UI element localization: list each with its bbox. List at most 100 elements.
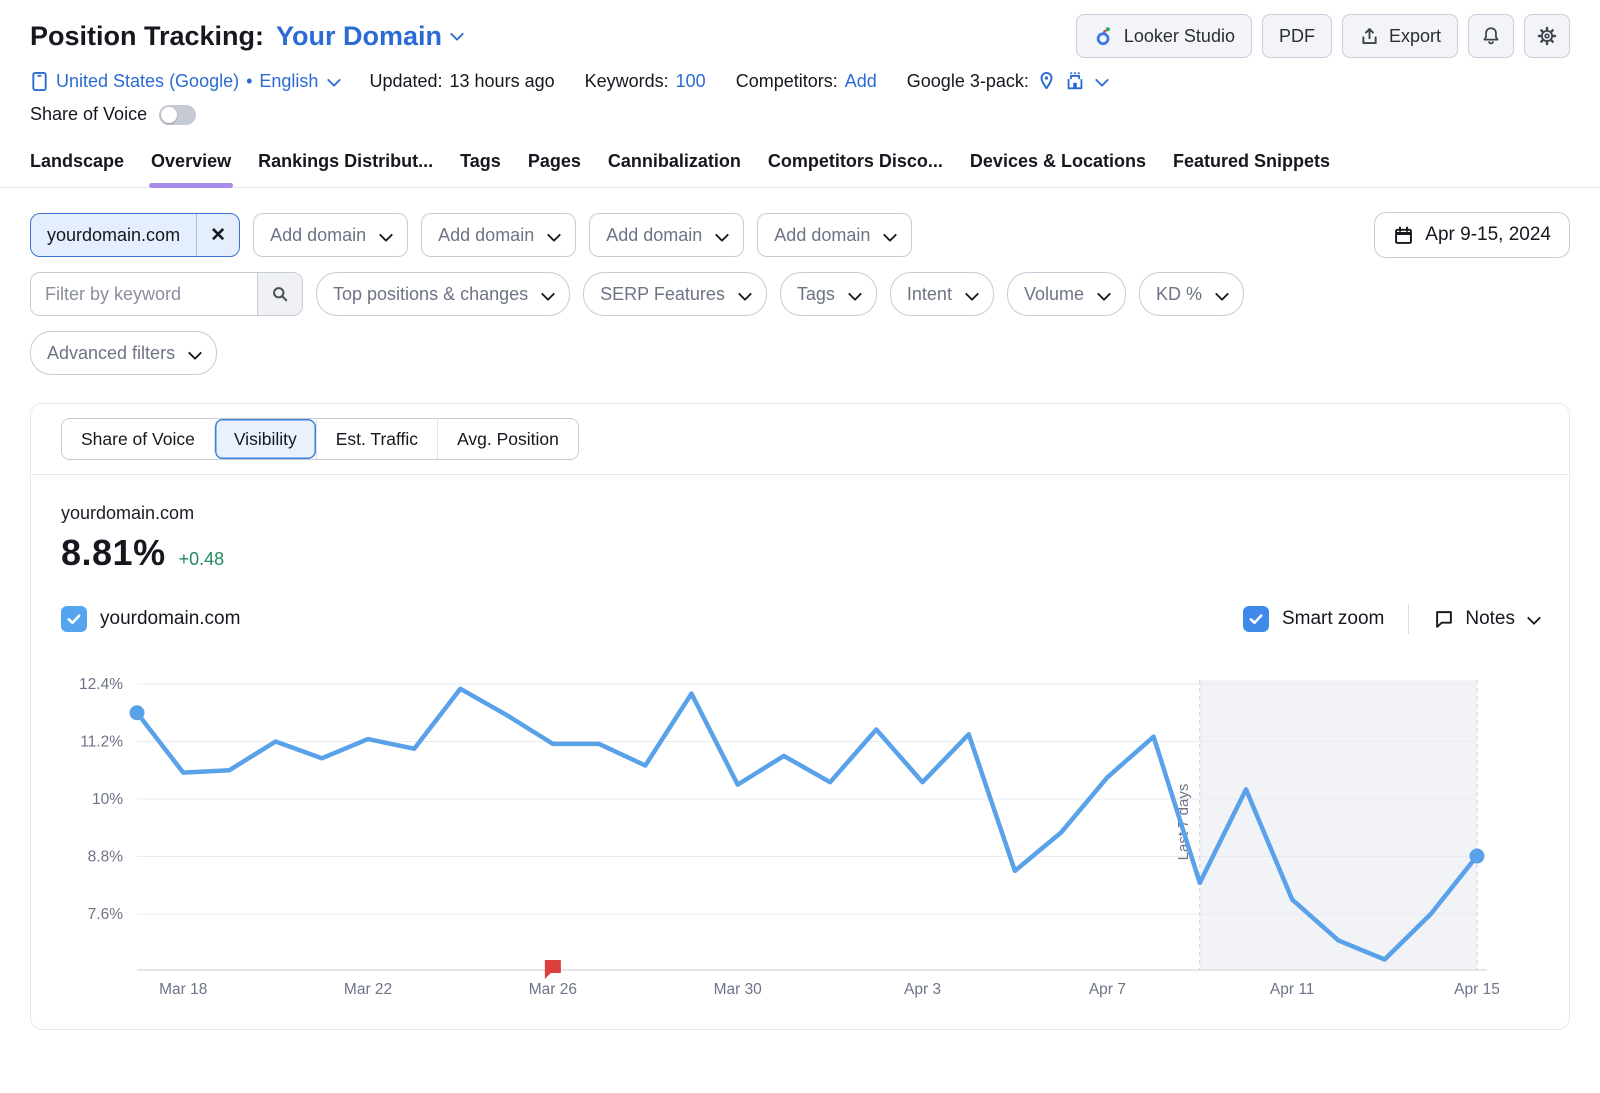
vertical-divider xyxy=(1408,604,1409,634)
tab-featured-snippets[interactable]: Featured Snippets xyxy=(1173,151,1330,187)
keyword-filter-input[interactable] xyxy=(31,273,257,315)
page-title-text: Position Tracking: xyxy=(30,14,264,58)
add-domain-dropdown-4[interactable]: Add domain xyxy=(757,213,912,257)
position-tracking-page: Position Tracking: Your Domain Looker St… xyxy=(0,0,1600,1030)
settings-button[interactable] xyxy=(1524,14,1570,58)
share-of-voice-row: Share of Voice xyxy=(30,104,1570,125)
chevron-down-icon xyxy=(379,227,393,241)
metric-domain: yourdomain.com xyxy=(61,503,1539,524)
date-range-picker[interactable]: Apr 9-15, 2024 xyxy=(1374,212,1570,258)
chevron-down-icon xyxy=(965,286,979,300)
chevron-down-icon xyxy=(715,227,729,241)
metric-tab-visibility[interactable]: Visibility xyxy=(214,419,316,459)
intent-filter[interactable]: Intent xyxy=(890,272,994,316)
add-domain-label: Add domain xyxy=(774,225,870,246)
tab-devices-locations[interactable]: Devices & Locations xyxy=(970,151,1146,187)
add-domain-dropdown-1[interactable]: Add domain xyxy=(253,213,408,257)
metric-tabs-row: Share of Voice Visibility Est. Traffic A… xyxy=(31,404,1569,475)
tags-label: Tags xyxy=(797,284,835,305)
smart-zoom-checkbox[interactable] xyxy=(1243,606,1269,632)
keywords-label: Keywords: xyxy=(585,71,669,92)
notes-icon xyxy=(1433,608,1455,630)
chevron-down-icon xyxy=(1097,286,1111,300)
g3pack-label: Google 3-pack: xyxy=(907,71,1029,92)
tab-competitors-discovery[interactable]: Competitors Disco... xyxy=(768,151,943,187)
add-domain-dropdown-3[interactable]: Add domain xyxy=(589,213,744,257)
tab-rankings-distribution[interactable]: Rankings Distribut... xyxy=(258,151,433,187)
keywords-count: Keywords: 100 xyxy=(585,71,706,92)
tab-cannibalization[interactable]: Cannibalization xyxy=(608,151,741,187)
tab-tags[interactable]: Tags xyxy=(460,151,501,187)
x-axis-tick: Apr 11 xyxy=(1270,981,1315,998)
google-3-pack: Google 3-pack: xyxy=(907,70,1107,92)
note-marker[interactable] xyxy=(545,960,561,979)
updated-label: Updated: xyxy=(369,71,442,92)
data-point-dot[interactable] xyxy=(1470,849,1485,864)
storefront-icon[interactable] xyxy=(1064,70,1086,92)
chevron-down-icon xyxy=(450,26,464,40)
tab-pages[interactable]: Pages xyxy=(528,151,581,187)
tab-overview[interactable]: Overview xyxy=(151,151,231,187)
competitors-label: Competitors: xyxy=(736,71,838,92)
pdf-button[interactable]: PDF xyxy=(1262,14,1332,58)
domain-chip: yourdomain.com ✕ xyxy=(30,213,240,257)
volume-filter[interactable]: Volume xyxy=(1007,272,1126,316)
chevron-down-icon xyxy=(541,286,555,300)
keyword-search-button[interactable] xyxy=(257,273,302,315)
series-legend: yourdomain.com xyxy=(61,606,240,632)
visibility-delta: +0.48 xyxy=(179,549,225,570)
share-of-voice-toggle[interactable] xyxy=(159,105,196,125)
y-axis-tick: 11.2% xyxy=(80,734,123,751)
location-language-selector[interactable]: United States (Google) • English xyxy=(30,71,339,92)
campaign-meta: United States (Google) • English Updated… xyxy=(30,70,1570,92)
keyword-filter-row: Top positions & changes SERP Features Ta… xyxy=(30,272,1570,316)
smart-zoom-label: Smart zoom xyxy=(1282,608,1384,630)
metric-tab-est-traffic[interactable]: Est. Traffic xyxy=(316,419,437,459)
competitors: Competitors: Add xyxy=(736,71,877,92)
chart-controls-row: yourdomain.com Smart zoom Notes xyxy=(31,574,1569,636)
last-7-days-region xyxy=(1200,680,1477,970)
remove-domain-button[interactable]: ✕ xyxy=(196,214,239,256)
kd-filter[interactable]: KD % xyxy=(1139,272,1244,316)
gear-icon xyxy=(1536,25,1558,47)
data-point-dot[interactable] xyxy=(130,705,145,720)
export-button[interactable]: Export xyxy=(1342,14,1458,58)
chevron-down-icon xyxy=(883,227,897,241)
device-icon xyxy=(30,71,49,92)
location-label: United States (Google) xyxy=(56,71,239,92)
serp-features-filter[interactable]: SERP Features xyxy=(583,272,767,316)
top-positions-filter[interactable]: Top positions & changes xyxy=(316,272,570,316)
keywords-value-link[interactable]: 100 xyxy=(676,71,706,92)
notes-dropdown[interactable]: Notes xyxy=(1433,608,1539,630)
tags-filter[interactable]: Tags xyxy=(780,272,877,316)
competitors-add-link[interactable]: Add xyxy=(845,71,877,92)
advanced-filters-label: Advanced filters xyxy=(47,343,175,364)
visibility-chart[interactable]: 12.4%11.2%10%8.8%7.6%Last 7 daysMar 18Ma… xyxy=(57,644,1507,1000)
tab-landscape[interactable]: Landscape xyxy=(30,151,124,187)
kd-label: KD % xyxy=(1156,284,1202,305)
chevron-down-icon xyxy=(327,72,341,86)
chevron-down-icon xyxy=(188,345,202,359)
series-checkbox[interactable] xyxy=(61,606,87,632)
map-pin-icon[interactable] xyxy=(1036,70,1057,92)
looker-studio-button[interactable]: Looker Studio xyxy=(1076,14,1252,58)
chevron-down-icon xyxy=(848,286,862,300)
language-label: English xyxy=(259,71,318,92)
add-domain-dropdown-2[interactable]: Add domain xyxy=(421,213,576,257)
metric-tab-avg-position[interactable]: Avg. Position xyxy=(437,419,578,459)
metric-tab-share-of-voice[interactable]: Share of Voice xyxy=(62,419,214,459)
advanced-filter-row: Advanced filters xyxy=(30,331,1570,375)
visibility-card: Share of Voice Visibility Est. Traffic A… xyxy=(30,403,1570,1030)
advanced-filters-dropdown[interactable]: Advanced filters xyxy=(30,331,217,375)
project-name: Your Domain xyxy=(276,14,442,58)
header-actions: Looker Studio PDF Export xyxy=(1076,14,1570,58)
notifications-button[interactable] xyxy=(1468,14,1514,58)
updated-value: 13 hours ago xyxy=(450,71,555,92)
intent-label: Intent xyxy=(907,284,952,305)
x-axis-tick: Mar 18 xyxy=(159,981,207,998)
project-selector[interactable]: Your Domain xyxy=(276,14,462,58)
looker-studio-label: Looker Studio xyxy=(1124,26,1235,47)
notes-label: Notes xyxy=(1465,608,1515,630)
domain-chip-label: yourdomain.com xyxy=(31,214,196,256)
chevron-down-icon[interactable] xyxy=(1095,72,1109,86)
